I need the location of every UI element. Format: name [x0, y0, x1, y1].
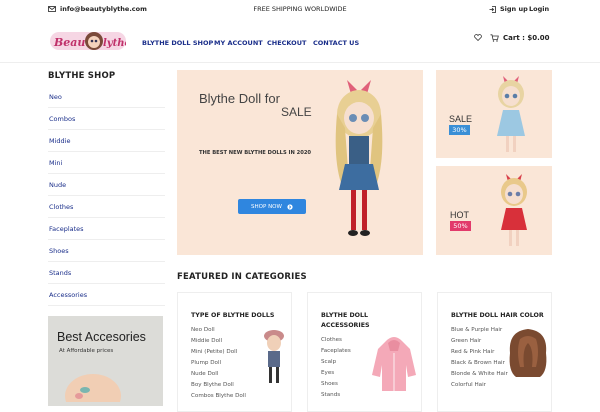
sidebar-item-shoes[interactable]: Shoes: [48, 240, 165, 262]
sale-tile-badge: 30%: [449, 125, 470, 135]
sidebar-category-list: Neo Combos Middie Mini Nude Clothes Face…: [48, 86, 165, 306]
sale-tile-label: SALE: [449, 114, 473, 124]
accessories-banner[interactable]: Best Accesories At Affordable prices: [48, 316, 163, 406]
card-link[interactable]: Eyes: [321, 368, 351, 379]
hero-line2: SALE: [281, 105, 312, 119]
heart-icon: [474, 34, 482, 41]
nav-blythe-doll-shop[interactable]: BLYTHE DOLL SHOP: [142, 39, 213, 47]
hot-tile-badge: 50%: [450, 221, 471, 231]
card-title-accessories: BLYTHE DOLL ACCESSORIES: [321, 312, 370, 329]
banner-title: Best Accesories: [57, 330, 146, 344]
card-link[interactable]: Plump Doll: [191, 358, 246, 369]
sidebar-item-stands[interactable]: Stands: [48, 262, 165, 284]
sidebar-item-middie[interactable]: Middie: [48, 130, 165, 152]
nav-checkout[interactable]: CHECKOUT: [267, 39, 306, 47]
hero-banner[interactable]: Blythe Doll for SALE THE BEST NEW BLYTHE…: [177, 70, 423, 255]
cart-icon: [490, 34, 499, 42]
card-link[interactable]: Clothes: [321, 335, 351, 346]
site-logo[interactable]: Beauty lythe: [50, 28, 131, 54]
card-link[interactable]: Mini (Petite) Doll: [191, 347, 246, 358]
card-title-hair-color: BLYTHE DOLL HAIR COLOR: [451, 312, 544, 319]
card-link[interactable]: Combos Blythe Doll: [191, 391, 246, 402]
shop-now-button[interactable]: SHOP NOW: [238, 199, 306, 214]
card-link[interactable]: Boy Blythe Doll: [191, 380, 246, 391]
sidebar-item-accessories[interactable]: Accessories: [48, 284, 165, 306]
cart-total: Cart : $0.00: [503, 34, 550, 42]
card-link[interactable]: Shoes: [321, 379, 351, 390]
hero-line1: Blythe Doll for: [199, 91, 280, 106]
doll-head-image: [65, 374, 121, 402]
site-header: Beauty lythe BLYTHE DOLL SHOP MY ACCOUNT…: [0, 20, 600, 63]
card-link[interactable]: Green Hair: [451, 336, 508, 347]
sale-doll-image: [497, 76, 525, 152]
category-card-accessories[interactable]: BLYTHE DOLL ACCESSORIES Clothes Faceplat…: [307, 292, 422, 412]
doll-types-image: [264, 330, 284, 383]
hair-wig-image: [509, 329, 547, 377]
card-link[interactable]: Colorful Hair: [451, 380, 508, 391]
sidebar-title: BLYTHE SHOP: [48, 71, 116, 81]
sidebar-item-clothes[interactable]: Clothes: [48, 196, 165, 218]
cart-button[interactable]: Cart : $0.00: [490, 34, 549, 42]
signup-text: Sign up: [500, 5, 528, 13]
card-title-doll-types: TYPE OF BLYTHE DOLLS: [191, 312, 275, 319]
card-list-hair-color: Blue & Purple Hair Green Hair Red & Pink…: [451, 325, 508, 391]
hoodie-image: [372, 337, 416, 391]
category-card-doll-types[interactable]: TYPE OF BLYTHE DOLLS Neo Doll Middie Dol…: [177, 292, 292, 412]
banner-subtitle: At Affordable prices: [59, 348, 114, 354]
card-list-doll-types: Neo Doll Middie Doll Mini (Petite) Doll …: [191, 325, 246, 402]
signin-icon: [489, 5, 496, 13]
top-bar: info@beautyblythe.com FREE SHIPPING WORL…: [0, 0, 600, 20]
arrow-circle-icon: [287, 203, 293, 210]
nav-contact-us[interactable]: CONTACT US: [313, 39, 359, 47]
shop-now-label: SHOP NOW: [251, 203, 282, 210]
card-link[interactable]: Blue & Purple Hair: [451, 325, 508, 336]
card-link[interactable]: Stands: [321, 390, 351, 401]
card-link[interactable]: Red & Pink Hair: [451, 347, 508, 358]
card-link[interactable]: Scalp: [321, 357, 351, 368]
card-link[interactable]: Blonde & White Hair: [451, 369, 508, 380]
hot-tile-label: HOT: [450, 210, 469, 220]
card-link[interactable]: Faceplates: [321, 346, 351, 357]
svg-text:lythe: lythe: [103, 38, 126, 49]
signup-link[interactable]: Sign up: [489, 5, 528, 13]
hero-doll-image: [335, 80, 383, 236]
card-link[interactable]: Middie Doll: [191, 336, 246, 347]
login-link[interactable]: Login: [529, 5, 549, 13]
hot-tile[interactable]: HOT 50%: [436, 166, 552, 255]
sidebar-item-combos[interactable]: Combos: [48, 108, 165, 130]
featured-title: FEATURED IN CATEGORIES: [177, 272, 307, 282]
sidebar-item-nude[interactable]: Nude: [48, 174, 165, 196]
wishlist-button[interactable]: [474, 34, 482, 41]
sidebar-item-mini[interactable]: Mini: [48, 152, 165, 174]
sale-tile[interactable]: SALE 30%: [436, 70, 552, 158]
hot-doll-image: [501, 174, 527, 246]
card-link[interactable]: Neo Doll: [191, 325, 246, 336]
nav-my-account[interactable]: MY ACCOUNT: [214, 39, 263, 47]
sidebar-item-faceplates[interactable]: Faceplates: [48, 218, 165, 240]
hero-tagline: THE BEST NEW BLYTHE DOLLS IN 2020: [199, 150, 312, 156]
sidebar-item-neo[interactable]: Neo: [48, 86, 165, 108]
card-list-accessories: Clothes Faceplates Scalp Eyes Shoes Stan…: [321, 335, 351, 401]
card-link[interactable]: Black & Brown Hair: [451, 358, 508, 369]
category-card-hair-color[interactable]: BLYTHE DOLL HAIR COLOR Blue & Purple Hai…: [437, 292, 552, 412]
card-link[interactable]: Nude Doll: [191, 369, 246, 380]
